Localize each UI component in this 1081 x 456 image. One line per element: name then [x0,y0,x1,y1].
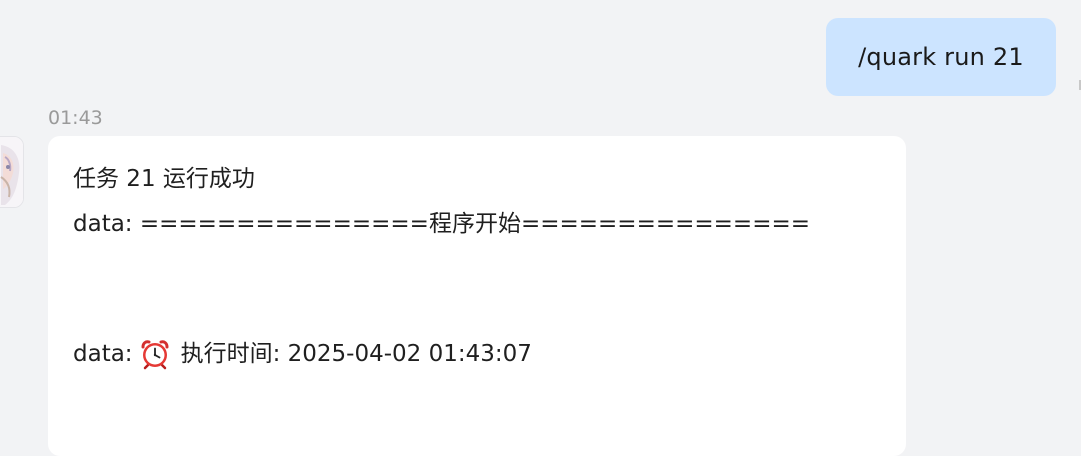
message-data-line: data: ===============程序开始=============== [73,211,811,237]
outgoing-message-text: /quark run 21 [858,43,1024,71]
message-status-line: 任务 21 运行成功 [73,166,255,192]
avatar-image [0,137,23,207]
exec-time-prefix: data: [73,341,133,367]
outgoing-message-bubble[interactable]: /quark run 21 [826,18,1056,96]
alarm-clock-icon [141,340,169,370]
incoming-message-bubble[interactable]: 任务 21 运行成功 data: ===============程序开始====… [48,136,906,456]
exec-time-text: 执行时间: 2025-04-02 01:43:07 [180,341,532,367]
message-timestamp: 01:43 [48,107,103,129]
message-exec-time-line: data: 执行时间: 2025-04-02 01:43:07 [73,338,532,370]
avatar[interactable] [0,136,24,208]
chat-area: /quark run 21 01:43 任务 21 运行成功 data: ===… [0,0,1081,456]
